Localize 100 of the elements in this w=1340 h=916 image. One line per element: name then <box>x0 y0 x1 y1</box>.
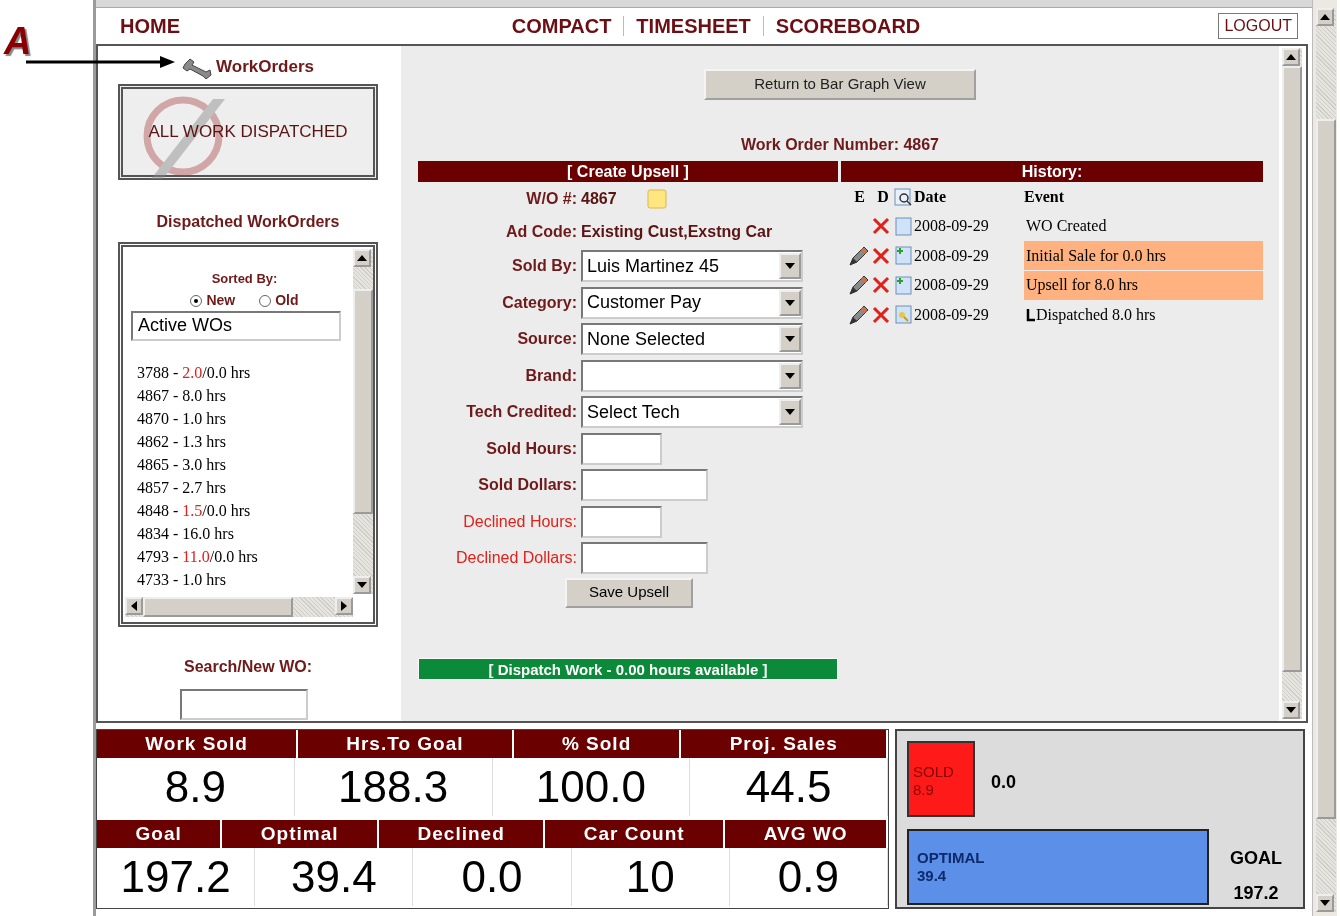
stat-label: Goal <box>97 820 223 848</box>
field-label: Sold By: <box>511 256 578 277</box>
field-label: Sold Hours: <box>485 438 578 459</box>
work-order-item[interactable]: 4865 - 3.0 hrs <box>137 453 352 476</box>
return-button[interactable]: Return to Bar Graph View <box>704 69 976 100</box>
scrollbar-thumb[interactable] <box>353 288 373 514</box>
dropdown[interactable]: Select Tech <box>581 396 803 429</box>
dropdown[interactable] <box>581 359 803 392</box>
field-label: Ad Code: <box>504 221 578 242</box>
work-order-item[interactable]: 3788 - 2.0/0.0 hrs <box>137 361 352 384</box>
stat-value: 197.2 <box>97 848 256 906</box>
document-icon <box>894 216 914 236</box>
field-label: Declined Hours: <box>462 511 578 532</box>
horizontal-scrollbar[interactable] <box>125 596 353 617</box>
scroll-up-button[interactable] <box>353 248 371 267</box>
vertical-scrollbar[interactable] <box>1316 8 1336 912</box>
dropdown[interactable]: None Selected <box>581 323 803 356</box>
input-field[interactable] <box>581 469 708 502</box>
nav-link[interactable]: SCOREBOARD <box>775 11 921 41</box>
scroll-down-button[interactable] <box>1282 701 1300 719</box>
scroll-down-button[interactable] <box>353 575 371 594</box>
scroll-up-button[interactable] <box>1282 48 1300 66</box>
event-text: Dispatched 8.0 hrs <box>1036 304 1156 326</box>
work-order-item[interactable]: 4733 - 1.0 hrs <box>137 568 352 591</box>
sort-label: Sorted By: <box>210 269 279 288</box>
document-icon <box>894 246 914 266</box>
scroll-left-button[interactable] <box>125 596 143 615</box>
dropdown[interactable]: Customer Pay <box>581 286 803 319</box>
work-order-item[interactable]: 4867 - 8.0 hrs <box>137 384 352 407</box>
stat-value: 100.0 <box>492 758 691 816</box>
field-label: Sold Dollars: <box>477 475 578 496</box>
optimal-label: OPTIMAL <box>917 849 986 867</box>
scroll-right-button[interactable] <box>335 596 353 615</box>
field-label: Tech Credited: <box>465 402 578 423</box>
input-field[interactable] <box>581 542 708 575</box>
scroll-down-button[interactable] <box>1316 894 1334 912</box>
nav-link[interactable]: TIMESHEET <box>636 11 751 41</box>
column-header: Date <box>914 186 947 207</box>
document-icon <box>894 305 914 325</box>
document-icon <box>894 275 914 295</box>
section-title: WorkOrders <box>216 56 314 78</box>
event-text: Initial Sale for 0.0 hrs <box>1026 245 1166 266</box>
annotation-letter: A <box>4 22 32 60</box>
elbow-icon <box>1026 307 1036 322</box>
stat-label: Work Sold <box>97 730 298 758</box>
stat-value: 0.9 <box>729 848 888 906</box>
work-order-number: Work Order Number: 4867 <box>741 136 939 153</box>
sold-extra: 0.0 <box>991 771 1017 794</box>
date-cell-text: 2008-09-29 <box>914 304 990 325</box>
stat-value: 8.9 <box>97 758 295 816</box>
logout-button[interactable]: LOGOUT <box>1218 13 1298 39</box>
field-label: W/O #: <box>525 188 578 209</box>
search-page-icon[interactable] <box>894 187 914 206</box>
filter-dropdown[interactable]: Active WOs <box>131 311 341 341</box>
event-text: WO Created <box>1026 216 1107 237</box>
field-label: Source: <box>516 329 578 350</box>
dispatch-bar[interactable]: [ Dispatch Work - 0.00 hours available ] <box>418 657 838 680</box>
field-label: Declined Dollars: <box>455 548 578 569</box>
nav-link[interactable]: COMPACT <box>511 11 612 41</box>
work-order-item[interactable]: 4870 - 1.0 hrs <box>137 407 352 430</box>
input-field[interactable] <box>581 432 662 465</box>
date-cell-text: 2008-09-29 <box>914 275 990 296</box>
goal-value: 197.2 <box>1233 882 1279 905</box>
stat-value: 10 <box>571 848 730 906</box>
input-field[interactable] <box>581 505 662 538</box>
work-order-item[interactable]: 4793 - 11.0/0.0 hrs <box>137 545 352 568</box>
scrollbar-thumb[interactable] <box>143 596 293 617</box>
stat-label: AVG WO <box>725 820 888 848</box>
field-label: Brand: <box>524 365 578 386</box>
stat-value: 188.3 <box>294 758 493 816</box>
column-header: E <box>853 186 866 207</box>
work-order-item[interactable]: 4862 - 1.3 hrs <box>137 430 352 453</box>
status-text: ALL WORK DISPATCHED <box>148 120 348 143</box>
stat-value: 39.4 <box>255 848 414 906</box>
event-text: Upsell for 8.0 hrs <box>1026 275 1138 296</box>
stat-label: Hrs.To Goal <box>298 730 514 758</box>
home-link[interactable]: HOME <box>120 15 180 37</box>
date-cell-text: 2008-09-29 <box>914 245 990 266</box>
vertical-scrollbar[interactable] <box>353 248 373 594</box>
search-field[interactable] <box>180 688 308 720</box>
scroll-up-button[interactable] <box>1316 8 1334 26</box>
sort-radio[interactable]: Old <box>259 290 299 311</box>
save-button[interactable]: Save Upsell <box>565 577 693 608</box>
stat-label: Car Count <box>545 820 726 848</box>
sold-label: SOLD <box>913 763 955 781</box>
optimal-value: 39.4 <box>917 867 948 885</box>
work-order-item[interactable]: 4834 - 16.0 hrs <box>137 522 352 545</box>
section-title: Dispatched WorkOrders <box>156 211 340 232</box>
wrench-icon <box>182 57 212 80</box>
scrollbar-thumb[interactable] <box>1316 119 1336 819</box>
field-label: Category: <box>501 292 578 313</box>
section-header: [ Create Upsell ] <box>418 161 838 182</box>
stat-value: 0.0 <box>413 848 572 906</box>
stat-label: Optimal <box>222 820 380 848</box>
dropdown[interactable]: Luis Martinez 45 <box>581 250 803 283</box>
section-header: History: <box>841 161 1263 182</box>
work-order-item[interactable]: 4848 - 1.5/0.0 hrs <box>137 499 352 522</box>
sort-radio[interactable]: New <box>190 290 236 311</box>
work-order-item[interactable]: 4857 - 2.7 hrs <box>137 476 352 499</box>
field-value: 4867 <box>581 188 617 209</box>
